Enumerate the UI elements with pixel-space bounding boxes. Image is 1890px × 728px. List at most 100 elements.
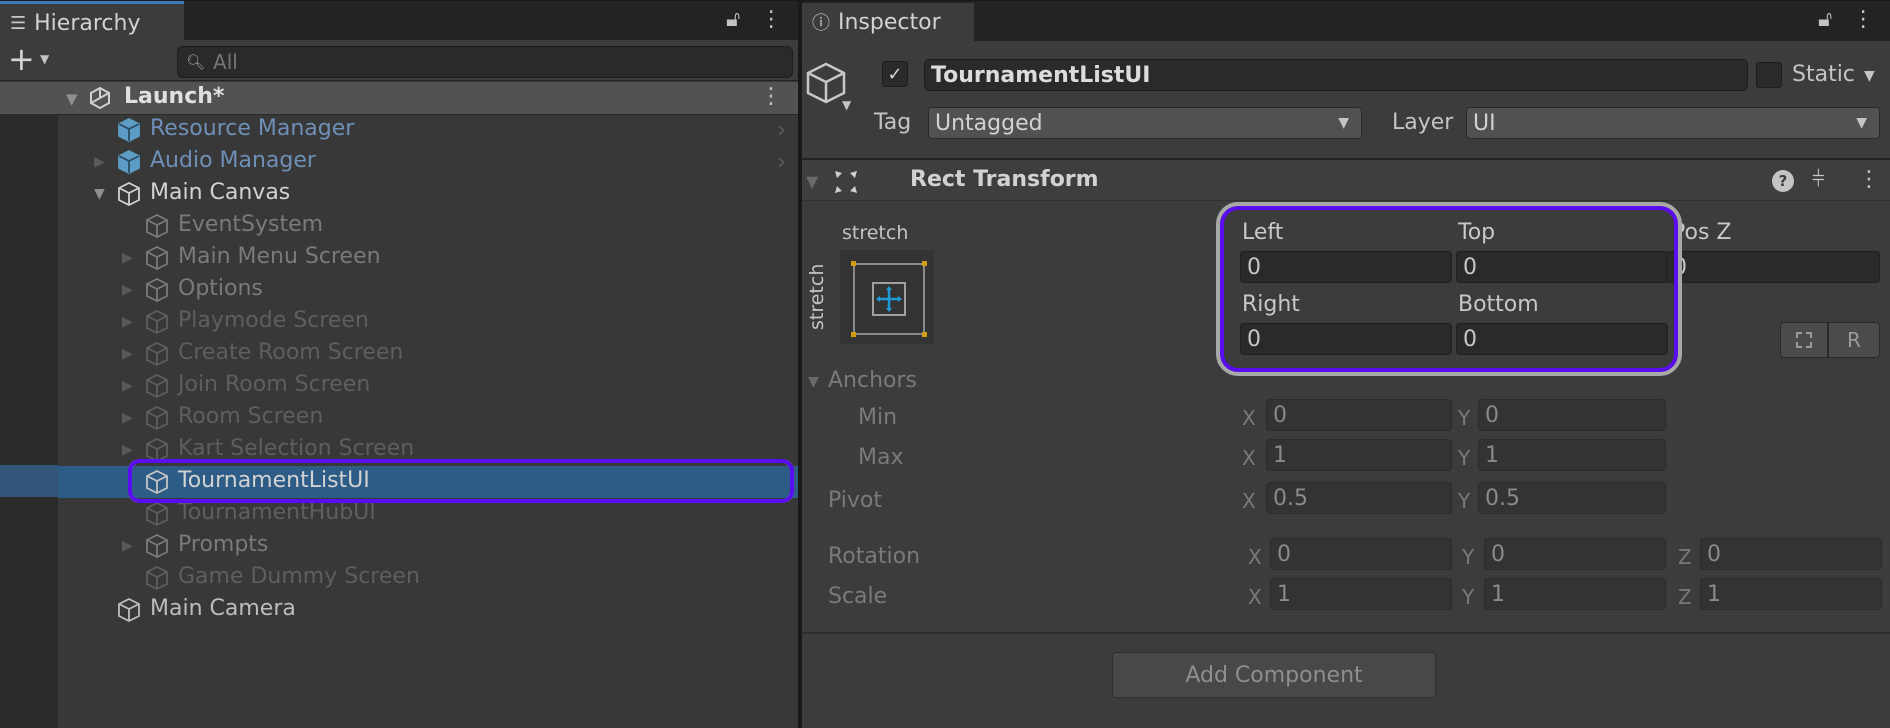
gameobject-icon [144,245,170,271]
scale-x-axis-label: X [1248,585,1262,609]
hierarchy-item[interactable]: ▶ Prompts [0,530,798,562]
pivot-x-field[interactable]: 0.5 [1266,482,1452,514]
component-more-icon[interactable]: ⋮ [1858,167,1880,192]
hierarchy-search-input[interactable] [211,49,776,75]
anchors-foldout-arrow-icon[interactable]: ▼ [808,374,819,390]
rotation-y-field[interactable]: 0 [1484,538,1666,570]
layer-dropdown[interactable]: UI ▼ [1466,107,1880,139]
create-dropdown-caret-icon[interactable]: ▼ [40,52,49,66]
info-icon: ⓘ [812,13,830,34]
scene-expand-arrow-icon[interactable]: ▼ [66,90,78,108]
left-label: Left [1242,220,1284,245]
hierarchy-item[interactable]: ▶ Options [0,274,798,306]
hierarchy-item[interactable]: Game Dummy Screen [0,562,798,594]
hierarchy-item[interactable]: ▶ Audio Manager › [0,146,798,178]
raw-edit-mode-button[interactable]: R [1828,322,1880,358]
collapse-arrow-icon[interactable]: ▶ [94,154,105,170]
anchor-presets-button[interactable] [840,250,934,344]
min-label: Min [858,405,898,430]
anchors-label[interactable]: Anchors [828,368,917,393]
collapse-arrow-icon[interactable]: ▶ [122,250,133,266]
posz-field[interactable]: 0 [1666,251,1880,283]
min-x-field[interactable]: 0 [1266,399,1452,431]
object-name-field[interactable]: TournamentListUI [924,59,1748,91]
anchor-stretch-icon [851,261,927,337]
static-checkbox[interactable] [1756,62,1782,88]
separator [802,632,1890,634]
hierarchy-item[interactable]: ▶ Join Room Screen [0,370,798,402]
rotation-z-field[interactable]: 0 [1700,538,1882,570]
scale-y-field[interactable]: 1 [1484,578,1666,610]
scene-more-icon[interactable]: ⋮ [760,84,782,109]
hierarchy-item[interactable]: ▶ Create Room Screen [0,338,798,370]
hierarchy-item[interactable]: TournamentHubUI [0,498,798,530]
scene-row[interactable]: ▼ Launch* ⋮ [0,82,798,115]
hierarchy-item-label: Resource Manager [150,116,355,141]
hierarchy-list-icon: ☰ [10,12,27,34]
active-checkbox[interactable]: ✓ [882,61,908,87]
component-foldout-arrow-icon[interactable]: ▼ [806,172,818,191]
collapse-arrow-icon[interactable]: ▶ [122,282,133,298]
min-y-field[interactable]: 0 [1478,399,1666,431]
rotation-x-field[interactable]: 0 [1270,538,1452,570]
tag-value: Untagged [935,110,1043,136]
hierarchy-item[interactable]: TournamentListUI [58,466,798,498]
open-prefab-chevron-icon[interactable]: › [777,150,786,175]
hierarchy-search[interactable]: 🔍︎ [177,46,793,78]
hierarchy-item[interactable]: ▶ Kart Selection Screen [0,434,798,466]
more-menu-icon[interactable]: ⋮ [760,7,782,32]
hierarchy-item[interactable]: ▼ Main Canvas [0,178,798,210]
hierarchy-item-label: TournamentListUI [178,468,370,493]
collapse-arrow-icon[interactable]: ▶ [122,538,133,554]
left-field[interactable]: 0 [1240,251,1452,283]
scale-x-field[interactable]: 1 [1270,578,1452,610]
collapse-arrow-icon[interactable]: ▶ [122,378,133,394]
collapse-arrow-icon[interactable]: ▶ [122,314,133,330]
add-component-button[interactable]: Add Component [1112,652,1436,698]
pivot-y-field[interactable]: 0.5 [1478,482,1666,514]
pivot-x-axis-label: X [1242,489,1256,513]
hierarchy-item[interactable]: EventSystem [0,210,798,242]
collapse-arrow-icon[interactable]: ▶ [122,442,133,458]
expand-arrow-icon[interactable]: ▼ [94,186,105,202]
bottom-field[interactable]: 0 [1456,323,1668,355]
right-field[interactable]: 0 [1240,323,1452,355]
more-menu-icon[interactable]: ⋮ [1852,7,1874,32]
tab-inspector[interactable]: ⓘ Inspector [802,3,974,41]
hierarchy-item[interactable]: ▶ Room Screen [0,402,798,434]
rot-x-axis-label: X [1248,545,1262,569]
static-dropdown-caret-icon[interactable]: ▼ [1864,68,1875,84]
right-label: Right [1242,292,1300,317]
hierarchy-item-label: Game Dummy Screen [178,564,420,589]
hierarchy-item-label: Main Menu Screen [178,244,381,269]
icon-dropdown-caret-icon[interactable]: ▼ [842,98,851,112]
gameobject-icon [144,341,170,367]
search-icon[interactable]: 🔍︎ [186,53,205,71]
collapse-arrow-icon[interactable]: ▶ [122,346,133,362]
lock-icon[interactable]: 🔓︎ [1818,7,1832,32]
presets-sliders-icon[interactable]: ⫩ [1812,167,1825,192]
tag-dropdown[interactable]: Untagged ▼ [928,107,1362,139]
hierarchy-item-label: Audio Manager [150,148,316,173]
scale-z-field[interactable]: 1 [1700,578,1882,610]
static-label[interactable]: Static [1792,62,1855,87]
gameobject-icon [144,469,170,495]
help-icon[interactable]: ? [1772,170,1794,192]
hierarchy-item[interactable]: ▶ Playmode Screen [0,306,798,338]
blueprint-mode-button[interactable] [1780,322,1828,358]
max-y-field[interactable]: 1 [1478,439,1666,471]
tab-hierarchy[interactable]: ☰ Hierarchy [0,1,184,42]
collapse-arrow-icon[interactable]: ▶ [122,410,133,426]
lock-icon[interactable]: 🔓︎ [726,7,740,32]
top-field[interactable]: 0 [1456,251,1668,283]
scale-z-axis-label: Z [1678,585,1692,609]
open-prefab-chevron-icon[interactable]: › [777,118,786,143]
hierarchy-item[interactable]: Resource Manager › [0,114,798,146]
create-plus-icon[interactable]: + [8,43,35,75]
prefab-icon [116,117,142,143]
hierarchy-item[interactable]: Main Camera [0,594,798,626]
max-x-field[interactable]: 1 [1266,439,1452,471]
inspector-tab-bar: ⓘ Inspector 🔓︎ ⋮ [802,0,1890,41]
hierarchy-item[interactable]: ▶ Main Menu Screen [0,242,798,274]
rotation-label: Rotation [828,544,921,569]
